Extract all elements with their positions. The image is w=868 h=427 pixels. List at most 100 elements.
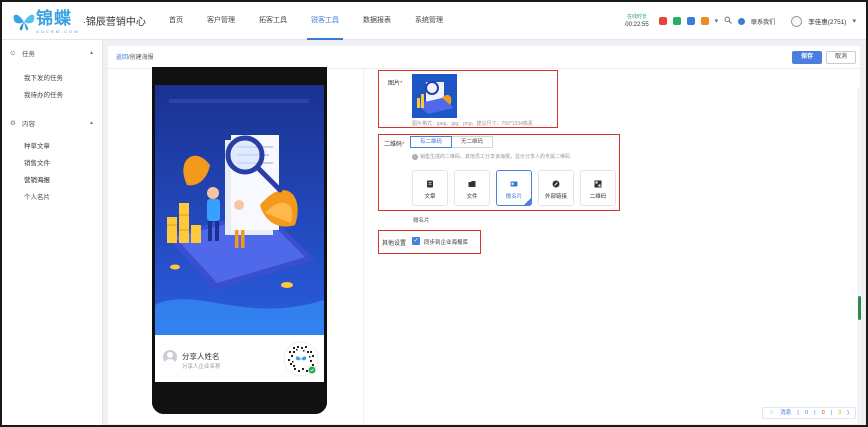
nav-item-prospect-tools[interactable]: 拓客工具 — [247, 2, 299, 40]
sidebar-group-label: 内容 — [22, 121, 35, 128]
qr-tabs: 有二维码 无二维码 — [410, 136, 494, 148]
chevron-up-icon: ▲ — [89, 50, 94, 56]
timer-label: 在线时长 — [626, 14, 647, 20]
timer-value: 00:22:55 — [625, 22, 649, 28]
message-bar[interactable]: ♢ 消息 ( 0 | 0 | 3 ) — [762, 407, 856, 419]
separator: | — [830, 410, 833, 416]
link-type-options: 文章 文件 微名片 外部链接 二维码 — [412, 170, 616, 206]
qr-hint: i 销售生成的二维码，其他员工分享该海报，显示分享人的专属二维码 — [412, 153, 570, 160]
other-settings-label: 其他设置 — [382, 241, 407, 247]
breadcrumb-current: /创建海报 — [128, 55, 154, 61]
contact-us-link[interactable]: 联系我们 — [751, 17, 775, 26]
qr-field-label: 二维码* — [384, 142, 405, 148]
message-label: 消息 — [780, 410, 792, 416]
message-count-orange: 3 — [838, 410, 842, 416]
tab-without-qr[interactable]: 无二维码 — [452, 136, 494, 148]
breadcrumb-back-link[interactable]: 返回 — [116, 55, 128, 61]
butterfly-logo-icon — [12, 10, 36, 32]
separator: ) — [847, 410, 849, 416]
info-icon: i — [412, 153, 418, 160]
user-avatar[interactable] — [791, 15, 803, 27]
image-format-hint: 图片格式：jpeg、jpg、png，建议尺寸：750*1334像素 — [412, 121, 533, 127]
link-icon — [552, 180, 560, 188]
share-card: 分享人姓名 分享人企业名称 — [155, 335, 324, 382]
sidebar-item-sales-files[interactable]: 销售文件 — [2, 155, 102, 172]
chevron-down-icon[interactable]: ▾ — [715, 17, 719, 25]
article-icon — [427, 180, 433, 188]
card-icon — [510, 181, 518, 187]
user-menu-chevron-icon[interactable]: ▾ — [852, 17, 856, 25]
type-option-label: 二维码 — [589, 194, 607, 200]
brand-title: ·锦辰营销中心 — [82, 17, 146, 28]
sidebar-item-posters[interactable]: 营销海报 — [2, 172, 102, 189]
app-shortcut-orange-icon[interactable] — [700, 17, 709, 25]
nav-item-system[interactable]: 系统管理 — [403, 2, 455, 40]
nav-item-home[interactable]: 首页 — [157, 2, 195, 40]
sidebar: ⊙ 任务 ▲ 我下发的任务 我待办的任务 ⚙ 内容 ▲ 种草文章 销售文件 营销… — [2, 40, 103, 425]
top-bar: 锦蝶 GDCRM.COM ·锦辰营销中心 首页 客户管理 拓客工具 锐客工具 数… — [2, 2, 866, 40]
message-icon: ♢ — [769, 410, 775, 416]
sidebar-group-tasks[interactable]: ⊙ 任务 ▲ — [2, 46, 102, 60]
brand-logo[interactable]: 锦蝶 GDCRM.COM ·锦辰营销中心 — [12, 10, 146, 35]
qr-icon — [594, 180, 602, 188]
panel-divider — [363, 69, 364, 424]
app-shortcut-red-icon[interactable] — [658, 17, 667, 25]
scrollbar-thumb[interactable] — [858, 296, 861, 320]
type-option-label: 文件 — [466, 194, 478, 200]
type-option-label: 外部链接 — [544, 194, 567, 200]
app-window: 锦蝶 GDCRM.COM ·锦辰营销中心 首页 客户管理 拓客工具 锐客工具 数… — [0, 0, 868, 427]
sync-checkbox-label[interactable]: 同步到企业海报库 — [424, 238, 468, 246]
sync-checkbox[interactable]: ✓ — [412, 237, 420, 245]
cancel-button[interactable]: 取消 — [826, 51, 856, 64]
sidebar-item-my-todo-tasks[interactable]: 我待办的任务 — [2, 87, 102, 104]
nav-item-sales-tools[interactable]: 锐客工具 — [299, 2, 351, 40]
header-tools: 在线时长 00:22:55 ▾ 联系我们 李佳惠(2751) ▾ — [625, 2, 856, 40]
type-option-label: 文章 — [424, 194, 436, 200]
type-option-label: 微名片 — [505, 194, 523, 200]
sidebar-item-my-issued-tasks[interactable]: 我下发的任务 — [2, 70, 102, 87]
image-thumbnail[interactable] — [412, 74, 457, 118]
type-option-external-link[interactable]: 外部链接 — [538, 170, 574, 206]
qr-code-icon — [283, 341, 319, 377]
search-icon[interactable] — [724, 16, 733, 26]
chevron-up-icon: ▲ — [89, 120, 94, 126]
breadcrumb: 返回/创建海报 — [116, 52, 154, 61]
scrollbar-track[interactable] — [857, 88, 861, 424]
folder-icon — [468, 181, 476, 187]
app-shortcut-green-icon[interactable] — [672, 17, 681, 25]
separator: ( — [797, 410, 800, 416]
message-count-blue: 0 — [805, 410, 809, 416]
chat-icon[interactable] — [738, 17, 746, 25]
sidebar-item-business-card[interactable]: 个人名片 — [2, 189, 102, 206]
sidebar-group-content[interactable]: ⚙ 内容 ▲ — [2, 116, 102, 130]
brand-name: 锦蝶 — [36, 9, 72, 29]
poster-illustration — [155, 85, 324, 335]
type-option-file[interactable]: 文件 — [454, 170, 490, 206]
content-icon: ⚙ — [10, 120, 16, 127]
sharer-avatar — [163, 350, 177, 364]
online-timer: 在线时长 00:22:55 — [625, 13, 648, 29]
separator: | — [814, 410, 816, 416]
type-option-qr[interactable]: 二维码 — [580, 170, 616, 206]
circle-icon: ⊙ — [10, 50, 16, 57]
phone-bottom-bezel — [152, 382, 327, 414]
image-field-label: 图片* — [388, 81, 403, 87]
user-name[interactable]: 李佳惠(2751) — [808, 16, 846, 26]
save-button[interactable]: 保存 — [792, 51, 822, 64]
poster-preview-phone: 分享人姓名 分享人企业名称 — [152, 67, 327, 414]
nav-item-customers[interactable]: 客户管理 — [195, 2, 247, 40]
type-option-micro-card[interactable]: 微名片 — [496, 170, 532, 206]
sidebar-item-articles[interactable]: 种草文章 — [2, 138, 102, 155]
tab-with-qr[interactable]: 有二维码 — [410, 136, 453, 148]
main-panel: 返回/创建海报 保存 取消 分享人姓名 分享人企业名称 图片* 图片格式：jpe… — [108, 46, 861, 424]
sharer-company: 分享人企业名称 — [182, 364, 221, 370]
selected-type-name: 微名片 — [413, 218, 430, 224]
message-count-red: 0 — [821, 410, 825, 416]
sidebar-group-label: 任务 — [22, 51, 35, 58]
nav-item-reports[interactable]: 数据报表 — [351, 2, 403, 40]
brand-domain: GDCRM.COM — [36, 29, 80, 34]
app-shortcut-blue-icon[interactable] — [686, 17, 695, 25]
phone-top-bezel — [152, 67, 327, 85]
sharer-name: 分享人姓名 — [182, 352, 220, 361]
type-option-article[interactable]: 文章 — [412, 170, 448, 206]
